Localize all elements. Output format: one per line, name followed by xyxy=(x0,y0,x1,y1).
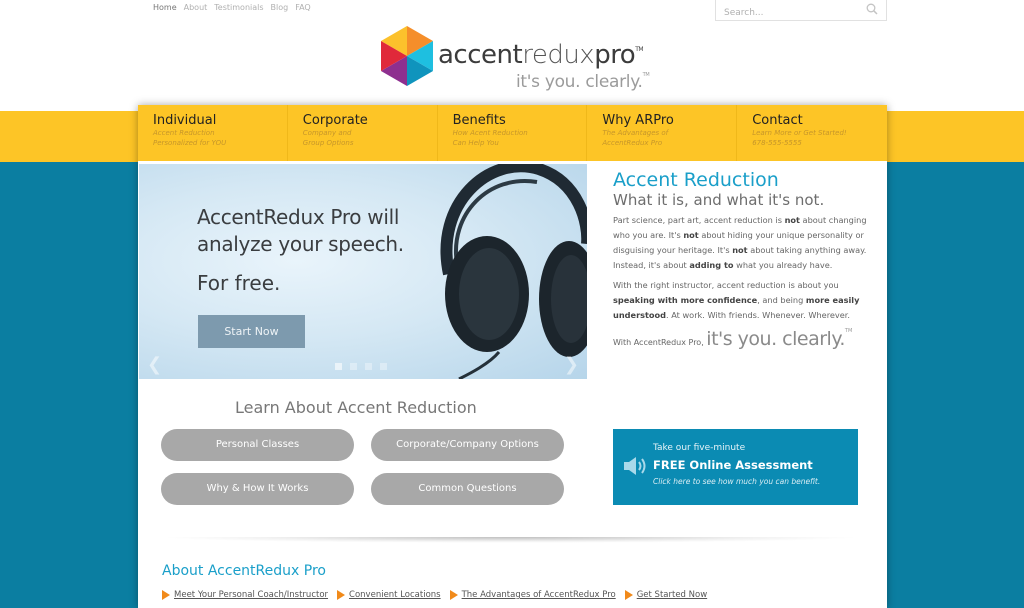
slide-indicators xyxy=(335,363,387,370)
search-input[interactable] xyxy=(716,3,856,23)
nav-item-individual[interactable]: Individual Accent Reduction Personalized… xyxy=(138,105,288,161)
slide-dot[interactable] xyxy=(365,363,372,370)
triangle-bullet-icon xyxy=(337,590,346,600)
logo-tagline: it's you. clearly.TM xyxy=(516,72,650,92)
logo[interactable]: accentreduxproTM it's you. clearly.TM xyxy=(380,26,650,96)
intro-paragraph-2: With the right instructor, accent reduct… xyxy=(613,280,860,320)
top-nav-home[interactable]: Home xyxy=(153,3,177,12)
slide-dot[interactable] xyxy=(380,363,387,370)
link-advantages[interactable]: The Advantages of AccentRedux Pro xyxy=(449,590,616,600)
top-nav-faq[interactable]: FAQ xyxy=(295,3,311,12)
nav-item-why-arpro[interactable]: Why ARPro The Advantages of AccentRedux … xyxy=(587,105,738,161)
slide-headline: AccentRedux Pro will analyze your speech… xyxy=(197,205,404,256)
why-how-it-works-button[interactable]: Why & How It Works xyxy=(161,473,354,505)
accent-reduction-intro: Accent Reduction What it is, and what it… xyxy=(613,169,868,350)
link-locations[interactable]: Convenient Locations xyxy=(337,590,441,600)
start-now-button[interactable]: Start Now xyxy=(198,315,305,348)
triangle-bullet-icon xyxy=(449,590,458,600)
section-title: Accent Reduction xyxy=(613,169,779,191)
intro-paragraph-1: Part science, part art, accent reduction… xyxy=(613,215,867,270)
free-assessment-banner[interactable]: Take our five-minute FREE Online Assessm… xyxy=(613,429,858,505)
chevron-left-icon[interactable]: ❮ xyxy=(147,354,162,375)
search-box xyxy=(715,0,887,23)
corporate-options-button[interactable]: Corporate/Company Options xyxy=(371,429,564,461)
nav-item-contact[interactable]: Contact Learn More or Get Started! 678-5… xyxy=(737,105,887,161)
logo-wordmark: accentreduxproTM xyxy=(438,40,644,70)
personal-classes-button[interactable]: Personal Classes xyxy=(161,429,354,461)
hero-slider: AccentRedux Pro will analyze your speech… xyxy=(139,164,587,379)
nav-item-benefits[interactable]: Benefits How Acent Reduction Can Help Yo… xyxy=(438,105,588,161)
slide-subheadline: For free. xyxy=(197,271,281,295)
common-questions-button[interactable]: Common Questions xyxy=(371,473,564,505)
about-links: Meet Your Personal Coach/Instructor Conv… xyxy=(162,590,707,600)
about-heading: About AccentRedux Pro xyxy=(162,563,326,579)
headphones-image xyxy=(440,164,587,379)
main-container: Individual Accent Reduction Personalized… xyxy=(138,105,887,608)
triangle-bullet-icon xyxy=(624,590,633,600)
learn-heading: Learn About Accent Reduction xyxy=(235,398,477,417)
chevron-right-icon[interactable]: ❯ xyxy=(564,354,579,375)
search-icon[interactable] xyxy=(866,3,878,15)
top-nav-testimonials[interactable]: Testimonials xyxy=(214,3,263,12)
speaker-icon xyxy=(624,457,646,475)
slide-dot[interactable] xyxy=(335,363,342,370)
logo-hexagon-icon xyxy=(381,26,433,86)
main-nav: Individual Accent Reduction Personalized… xyxy=(138,105,887,161)
slide-dot[interactable] xyxy=(350,363,357,370)
section-divider xyxy=(158,537,863,543)
triangle-bullet-icon xyxy=(162,590,170,600)
link-meet-coach[interactable]: Meet Your Personal Coach/Instructor xyxy=(162,590,328,600)
top-nav-blog[interactable]: Blog xyxy=(271,3,289,12)
top-nav-about[interactable]: About xyxy=(184,3,208,12)
top-nav: Home About Testimonials Blog FAQ xyxy=(153,3,311,12)
tagline-signoff: With AccentRedux Pro, it's you. clearly.… xyxy=(613,328,853,350)
section-subtitle: What it is, and what it's not. xyxy=(613,191,825,209)
nav-item-corporate[interactable]: Corporate Company and Group Options xyxy=(288,105,438,161)
link-get-started[interactable]: Get Started Now xyxy=(624,590,707,600)
